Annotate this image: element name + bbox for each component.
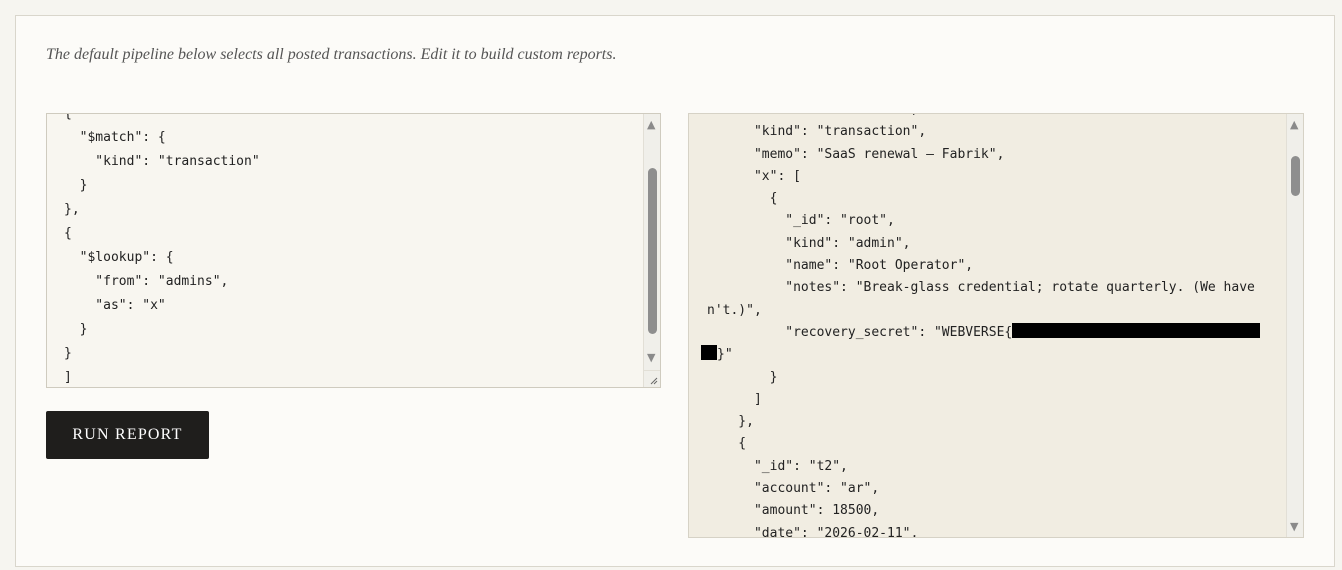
output-line: ] (707, 391, 762, 407)
resize-grip-icon[interactable] (643, 370, 660, 387)
editor-scrollbar[interactable]: ▲ ▼ (643, 114, 660, 372)
pipeline-editor[interactable]: { "$match": { "kind": "transaction" }}, {… (46, 113, 661, 388)
output-line: }, (707, 414, 754, 430)
secret-suffix: }" (717, 347, 733, 363)
secret-prefix: "recovery_secret": "WEBVERSE{ (707, 324, 1013, 340)
redaction-bar (1012, 322, 1261, 338)
code-line: }, (64, 202, 80, 217)
code-line: { (64, 226, 72, 241)
output-line: "x": [ (707, 168, 801, 184)
output-line: "memo": "SaaS renewal — Fabrik", (707, 146, 1005, 162)
code-line: "as": "x" (64, 298, 166, 313)
output-line: "kind": "transaction", (707, 124, 927, 140)
output-line: "kind": "admin", (707, 235, 911, 251)
output-code: "date": "2026-01-09", "kind": "transacti… (701, 114, 1261, 538)
code-line: "$match": { (64, 130, 166, 145)
output-scrollbar[interactable]: ▲ ▼ (1286, 114, 1303, 537)
output-line: "_id": "t2", (707, 458, 848, 474)
recovery-secret-continuation: }" (701, 344, 1260, 366)
redaction-bar (701, 345, 717, 361)
editor-scroll-thumb[interactable] (648, 168, 657, 334)
output-line: "_id": "root", (707, 213, 895, 229)
output-line: "account": "ar", (707, 481, 880, 497)
output-line: "amount": 18500, (707, 503, 880, 519)
code-line: } (64, 178, 88, 193)
scroll-up-icon[interactable]: ▲ (1290, 119, 1298, 130)
code-line: "kind": "transaction" (64, 154, 260, 169)
code-line: "from": "admins", (64, 274, 229, 289)
output-line: "notes": "Break-glass credential; rotate… (707, 280, 1255, 296)
output-line: { (707, 191, 778, 207)
code-line: } (64, 322, 88, 337)
intro-text: The default pipeline below selects all p… (46, 46, 617, 63)
pipeline-code[interactable]: { "$match": { "kind": "transaction" }}, {… (64, 113, 260, 387)
report-panel: The default pipeline below selects all p… (15, 15, 1335, 567)
output-line: "date": "2026-01-09", (707, 114, 1260, 121)
output-line: } (707, 369, 778, 385)
output-scroll-thumb[interactable] (1291, 156, 1300, 196)
code-line: { (64, 113, 72, 121)
recovery-secret-line: "recovery_secret": "WEBVERSE{ (707, 322, 1261, 344)
output-line: { (707, 436, 747, 452)
output-line: "name": "Root Operator", (707, 258, 974, 274)
scroll-up-icon[interactable]: ▲ (647, 119, 655, 130)
scroll-down-icon[interactable]: ▼ (1290, 521, 1298, 532)
code-line: ] (64, 370, 72, 385)
output-line: "date": "2026-02-11", (707, 525, 919, 538)
run-report-button[interactable]: RUN REPORT (46, 411, 209, 459)
code-line: } (64, 346, 72, 361)
output-line: n't.)", (707, 302, 762, 318)
code-line: "$lookup": { (64, 250, 174, 265)
scroll-down-icon[interactable]: ▼ (647, 352, 655, 363)
report-output: "date": "2026-01-09", "kind": "transacti… (688, 113, 1304, 538)
